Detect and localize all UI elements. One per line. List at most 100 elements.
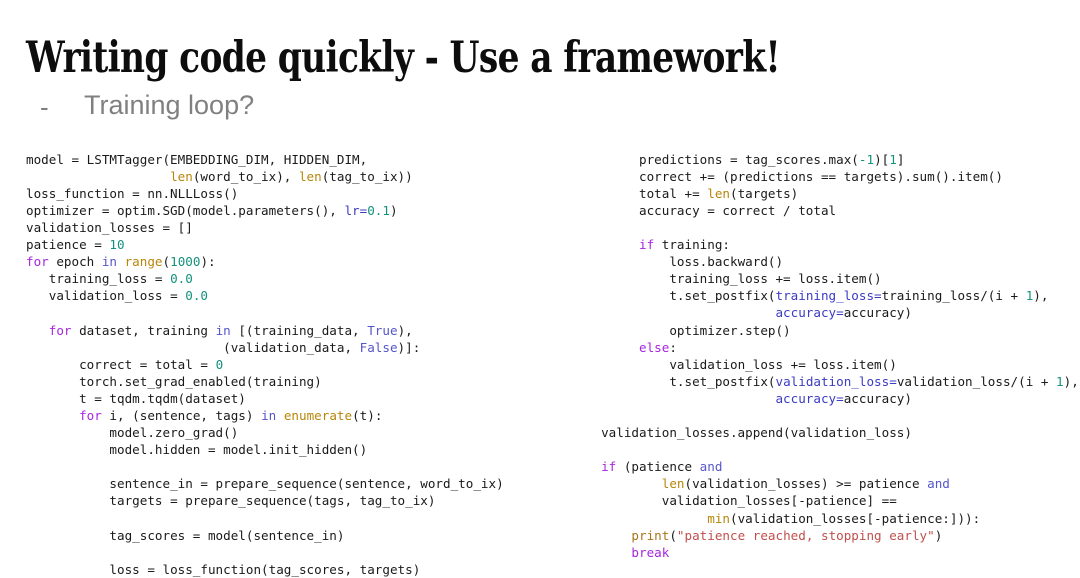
code-line: (validation_data, False)]: — [26, 340, 420, 355]
code-token-plain: ( — [669, 527, 677, 543]
code-line: loss_function = nn.NLLLoss() — [26, 186, 238, 201]
code-token-plain: (targets) — [730, 185, 799, 201]
code-token-builtin: min — [707, 510, 730, 526]
code-token-plain: (tag_to_ix)) — [321, 168, 413, 184]
bullet-item-label: Training loop? — [84, 90, 255, 120]
code-token-kwarg: training_loss= — [775, 288, 882, 304]
code-block-right: predictions = tag_scores.max(-1)[1] corr… — [548, 151, 1080, 561]
code-token-plain: dataset, training — [71, 322, 216, 338]
code-token-plain: ), — [1063, 373, 1079, 389]
code-token-plain: torch.set_grad_enabled(training) — [26, 373, 322, 389]
code-token-number: 0.0 — [185, 288, 208, 304]
code-token-number: 1 — [889, 151, 897, 167]
code-token-operator_keyword: in — [261, 408, 277, 423]
code-token-plain: accuracy) — [843, 305, 912, 321]
code-token-plain: validation_losses.append(validation_loss… — [548, 425, 912, 441]
code-line: sentence_in = prepare_sequence(sentence,… — [26, 476, 503, 491]
code-line: if training: — [548, 237, 730, 252]
code-line: optimizer = optim.SGD(model.parameters()… — [26, 203, 398, 218]
code-token-plain: ( — [162, 254, 171, 270]
code-token-plain: ), — [1033, 288, 1049, 304]
slide-canvas: Writing code quickly - Use a framework! … — [0, 0, 1080, 577]
code-line: model.hidden = model.init_hidden() — [26, 442, 367, 457]
code-token-plain: patience = — [26, 237, 110, 253]
code-token-kwarg: validation_loss= — [775, 373, 897, 389]
code-token-plain: predictions = tag_scores.max( — [548, 151, 859, 167]
code-token-plain: correct += (predictions == targets).sum(… — [548, 168, 1003, 184]
code-line: loss = loss_function(tag_scores, targets… — [26, 562, 420, 577]
code-token-plain: accuracy = correct / total — [548, 202, 837, 218]
code-token-builtin: len — [170, 168, 193, 184]
code-token-plain: (validation_data, — [26, 339, 360, 355]
code-token-plain: accuracy) — [843, 390, 912, 406]
code-token-plain: (t): — [352, 408, 383, 423]
code-token-number: -1 — [858, 151, 875, 167]
code-line: total += len(targets) — [548, 186, 798, 201]
code-token-keyword: for — [48, 322, 72, 338]
code-token-plain: training_loss += loss.item() — [548, 271, 882, 287]
code-token-kwarg: accuracy= — [775, 305, 844, 321]
code-line: loss.backward() — [548, 254, 783, 269]
code-token-keyword: for — [79, 408, 102, 423]
code-line: for dataset, training in [(training_data… — [26, 323, 413, 338]
code-token-operator_keyword: and — [699, 459, 723, 475]
code-token-builtin: len — [707, 185, 730, 201]
code-token-plain: (patience — [616, 459, 700, 475]
code-token-plain: tag_scores = model(sentence_in) — [26, 527, 345, 543]
code-token-operator_keyword: True — [367, 322, 398, 338]
code-line: predictions = tag_scores.max(-1)[1] — [548, 152, 904, 167]
code-token-keyword: else — [639, 339, 670, 355]
code-line: model.zero_grad() — [26, 425, 238, 440]
code-token-plain: (word_to_ix), — [192, 168, 299, 184]
code-token-plain: )[ — [874, 151, 890, 167]
code-token-builtin: range — [124, 254, 163, 270]
code-token-plain: i, (sentence, tags) — [101, 408, 262, 423]
code-line: torch.set_grad_enabled(training) — [26, 374, 322, 389]
code-line: validation_loss = 0.0 — [26, 288, 208, 303]
code-block-left: model = LSTMTagger(EMBEDDING_DIM, HIDDEN… — [26, 151, 556, 578]
code-token-plain: t.set_postfix( — [548, 373, 776, 389]
code-line: print("patience reached, stopping early"… — [548, 528, 942, 543]
code-line: t.set_postfix(training_loss=training_los… — [548, 288, 1048, 303]
code-token-builtin: len — [298, 168, 322, 184]
code-token-plain: ) — [389, 202, 398, 218]
code-line: break — [548, 545, 669, 560]
code-token-number: 10 — [109, 237, 125, 253]
code-token-operator_keyword: False — [359, 339, 398, 355]
code-line: model = LSTMTagger(EMBEDDING_DIM, HIDDEN… — [26, 152, 367, 167]
code-token-plain: loss.backward() — [548, 254, 784, 270]
code-line: else: — [548, 340, 677, 355]
bullet-item: - Training loop? — [40, 88, 640, 122]
code-line: validation_loss += loss.item() — [548, 356, 897, 372]
code-token-kwarg: accuracy= — [775, 390, 844, 406]
code-token-number: 0.0 — [170, 271, 193, 287]
code-line: correct += (predictions == targets).sum(… — [548, 169, 1003, 184]
code-token-plain: loss_function = nn.NLLLoss() — [26, 185, 239, 201]
code-line: for i, (sentence, tags) in enumerate(t): — [26, 408, 382, 423]
bullet-dash-marker: - — [40, 92, 49, 122]
code-token-plain: epoch — [48, 254, 102, 270]
code-token-plain: model = LSTMTagger(EMBEDDING_DIM, HIDDEN… — [26, 151, 368, 167]
code-token-plain: training: — [654, 237, 730, 253]
code-token-plain: validation_loss = — [26, 288, 186, 304]
code-line: accuracy=accuracy) — [548, 305, 912, 320]
code-token-plain: training_loss = — [26, 271, 171, 287]
code-token-plain: t.set_postfix( — [548, 288, 776, 304]
code-token-builtin: len — [661, 476, 685, 492]
code-token-plain: optimizer.step() — [548, 322, 791, 338]
code-token-plain: validation_loss += loss.item() — [548, 356, 897, 372]
code-token-plain: model.zero_grad() — [26, 425, 239, 441]
code-token-plain: : — [669, 339, 677, 355]
code-token-plain: loss = loss_function(tag_scores, targets… — [26, 561, 421, 577]
